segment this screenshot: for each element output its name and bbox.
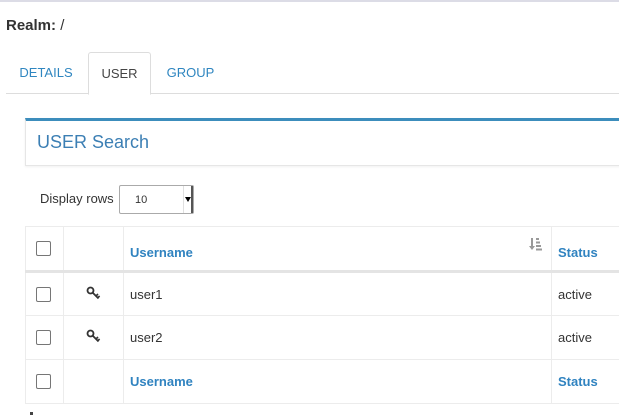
page-marker <box>30 412 33 415</box>
status-value: active <box>558 286 592 302</box>
row-select-cell <box>25 271 64 316</box>
row-select-cell <box>25 315 64 360</box>
row-checkbox[interactable] <box>36 286 51 302</box>
tab-details[interactable]: DETAILS <box>6 52 86 94</box>
key-icon <box>86 329 100 343</box>
row-icon-cell <box>63 315 124 360</box>
footer-username-header[interactable]: Username <box>130 374 193 389</box>
username-value: user1 <box>130 286 163 302</box>
table-row[interactable]: user1 active <box>25 271 619 316</box>
sort-icon[interactable] <box>529 237 543 251</box>
realm-value: / <box>60 17 65 34</box>
table-row[interactable]: user2 active <box>25 315 619 360</box>
realm-indicator: Realm: / <box>6 17 64 34</box>
footer-select-cell <box>25 359 64 404</box>
status-cell: active <box>551 271 619 316</box>
top-border <box>0 0 619 2</box>
footer-status-header[interactable]: Status <box>558 374 598 389</box>
chevron-down-icon <box>183 186 193 213</box>
row-checkbox[interactable] <box>36 330 51 345</box>
status-value: active <box>558 330 592 345</box>
tab-bar: DETAILS USER GROUP <box>6 52 619 95</box>
realm-label: Realm: <box>6 17 57 34</box>
table-footer-row: Username Status <box>25 359 619 404</box>
username-cell: user1 <box>123 271 552 316</box>
panel-title: USER Search <box>37 132 150 152</box>
footer-username-cell[interactable]: Username <box>123 359 552 404</box>
user-search-panel: USER Search <box>25 118 619 166</box>
header-select-cell <box>25 226 64 273</box>
tab-group[interactable]: GROUP <box>153 52 228 94</box>
username-cell: user2 <box>123 315 552 360</box>
header-username-cell[interactable]: Username <box>123 226 552 273</box>
display-rows-value: 10 <box>135 194 148 206</box>
status-cell: active <box>551 315 619 360</box>
select-all-checkbox[interactable] <box>36 241 51 256</box>
header-status-cell[interactable]: Status <box>551 226 619 273</box>
username-value: user2 <box>130 330 163 345</box>
display-rows-label: Display rows <box>40 191 114 206</box>
footer-icon-cell <box>63 359 124 404</box>
username-header[interactable]: Username <box>130 245 193 260</box>
table-header-row: Username Status <box>25 226 619 273</box>
status-header[interactable]: Status <box>558 245 598 260</box>
row-icon-cell <box>63 271 124 316</box>
tab-user[interactable]: USER <box>88 52 151 95</box>
footer-status-cell[interactable]: Status <box>551 359 619 404</box>
key-icon <box>86 286 100 299</box>
header-icon-cell <box>63 226 124 273</box>
user-table: Username Status user1 active user2 activ… <box>25 226 619 404</box>
display-rows-select[interactable]: 10 <box>119 185 194 214</box>
footer-select-all-checkbox[interactable] <box>36 374 51 389</box>
